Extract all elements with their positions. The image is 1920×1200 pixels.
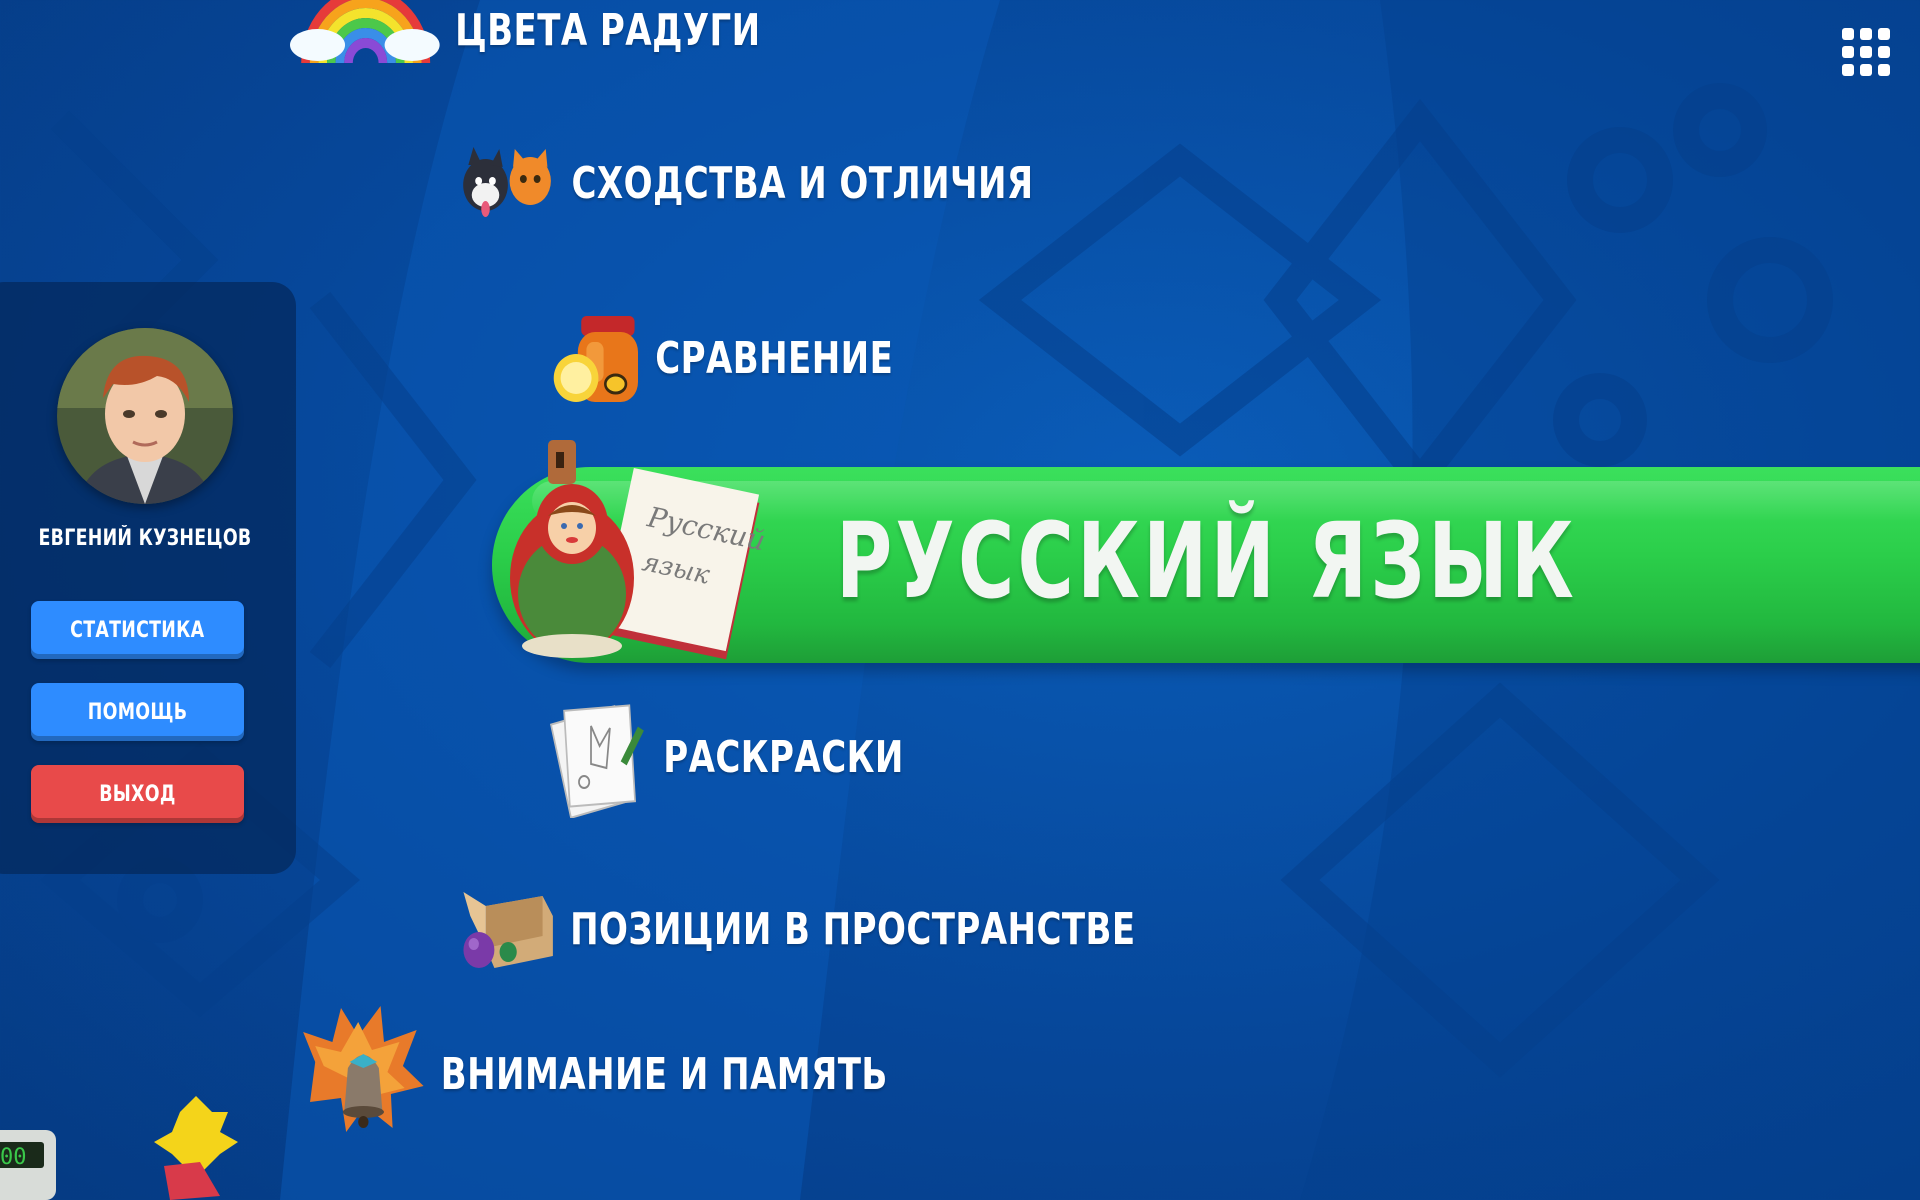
menu-item-attention-memory[interactable]: ВНИМАНИЕ И ПАМЯТЬ <box>298 1002 888 1146</box>
menu-item-similarities[interactable]: СХОДСТВА И ОТЛИЧИЯ <box>458 145 1034 221</box>
calculator-icon: 00 <box>0 1130 56 1200</box>
rainbow-icon <box>290 0 440 64</box>
menu-item-comparison[interactable]: СРАВНЕНИЕ <box>552 308 893 408</box>
statistics-button[interactable]: СТАТИСТИКА <box>31 601 244 659</box>
help-button[interactable]: ПОМОЩЬ <box>31 683 244 741</box>
menu-item-label: ЦВЕТА РАДУГИ <box>455 4 761 56</box>
dog-cat-icon <box>463 147 551 217</box>
avatar <box>57 328 233 504</box>
puzzle-icon <box>154 1096 238 1200</box>
honey-jar-icon <box>553 316 638 402</box>
exit-button-label: ВЫХОД <box>99 781 176 807</box>
help-button-label: ПОМОЩЬ <box>87 699 188 725</box>
exit-button[interactable]: ВЫХОД <box>31 765 244 823</box>
svg-text:00: 00 <box>0 1145 27 1170</box>
user-photo <box>57 328 233 504</box>
menu-item-label: ПОЗИЦИИ В ПРОСТРАНСТВЕ <box>570 903 1136 955</box>
user-name: ЕВГЕНИЙ КУЗНЕЦОВ <box>38 526 252 551</box>
menu-item-label: СХОДСТВА И ОТЛИЧИЯ <box>571 157 1034 209</box>
menu-item-rainbow-colors[interactable]: ЦВЕТА РАДУГИ <box>290 0 761 64</box>
menu-item-label: СРАВНЕНИЕ <box>655 332 894 384</box>
box-balls-icon <box>463 892 553 968</box>
menu-item-coloring[interactable]: РАСКРАСКИ <box>548 692 904 822</box>
menu-item-label: ВНИМАНИЕ И ПАМЯТЬ <box>440 1048 888 1100</box>
bell-icon <box>303 1006 424 1132</box>
statistics-button-label: СТАТИСТИКА <box>70 617 205 643</box>
selected-menu-item-label: РУССКИЙ ЯЗЫК <box>836 500 1577 622</box>
coloring-pages-icon <box>549 704 644 818</box>
menu-item-positions[interactable]: ПОЗИЦИИ В ПРОСТРАНСТВЕ <box>460 886 1136 972</box>
matryoshka-book-icon: Русский язык <box>510 440 768 660</box>
grid-apps-icon[interactable] <box>1842 28 1890 76</box>
menu-item-label: РАСКРАСКИ <box>663 731 904 783</box>
